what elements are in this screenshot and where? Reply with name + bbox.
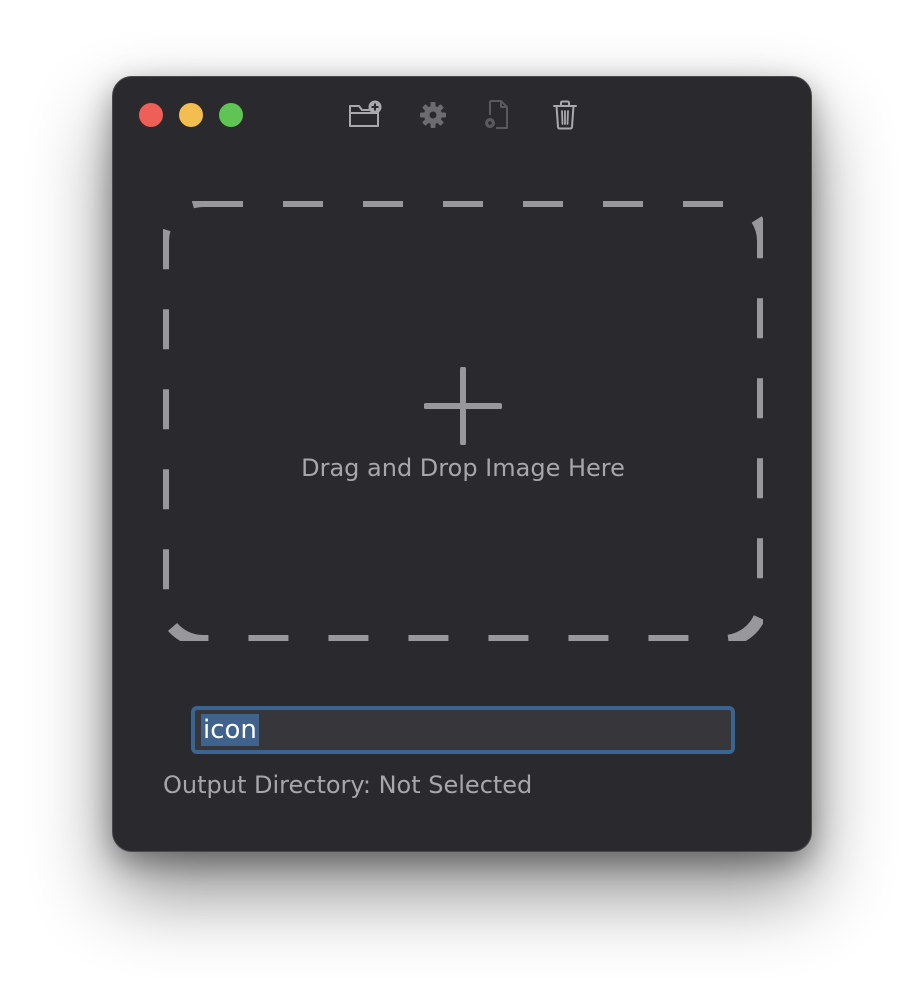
- app-window: Drag and Drop Image Here icon Output Dir…: [112, 76, 812, 852]
- add-folder-button[interactable]: [345, 95, 385, 135]
- plus-icon-wrap: [163, 367, 763, 445]
- document-settings-button[interactable]: [477, 95, 517, 135]
- plus-icon: [424, 367, 502, 445]
- document-settings-icon: [485, 100, 508, 129]
- trash-button[interactable]: [545, 95, 585, 135]
- close-window-button[interactable]: [139, 103, 163, 127]
- window-controls: [139, 103, 243, 127]
- gear-icon: [420, 102, 446, 128]
- folder-add-icon: [349, 100, 382, 127]
- minimize-window-button[interactable]: [179, 103, 203, 127]
- trash-icon: [553, 100, 577, 130]
- filename-field[interactable]: icon: [191, 706, 735, 754]
- filename-selected-text[interactable]: icon: [201, 714, 259, 746]
- output-directory-label: Output Directory: Not Selected: [163, 771, 533, 799]
- drop-zone-label: Drag and Drop Image Here: [301, 454, 625, 482]
- image-drop-zone[interactable]: Drag and Drop Image Here: [163, 201, 763, 641]
- zoom-window-button[interactable]: [219, 103, 243, 127]
- settings-button[interactable]: [413, 95, 453, 135]
